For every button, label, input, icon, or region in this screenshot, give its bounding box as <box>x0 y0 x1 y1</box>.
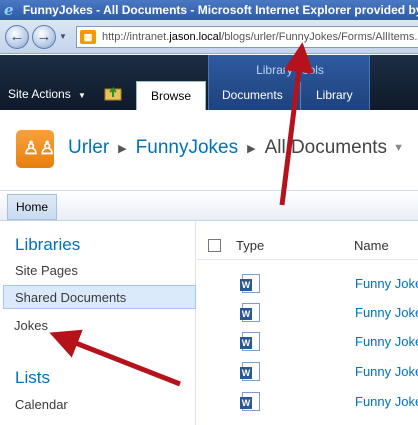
table-row[interactable]: Funny Joke <box>355 305 418 320</box>
table-row[interactable]: Funny Joke <box>355 394 418 409</box>
sidebar-item-jokes[interactable]: Jokes <box>14 318 48 333</box>
ribbon: Library Tools Site Actions ▼ Browse Docu… <box>0 55 418 110</box>
column-header-type[interactable]: Type <box>236 238 264 253</box>
breadcrumb-library[interactable]: FunnyJokes <box>136 137 238 159</box>
table-row[interactable]: Funny Joke <box>355 334 418 349</box>
title-area: ♙♙ Urler ▶ FunnyJokes ▶ All Documents ▼ <box>0 110 418 190</box>
tab-divider <box>300 82 301 110</box>
window-titlebar: e FunnyJokes - All Documents - Microsoft… <box>0 0 418 20</box>
address-bar[interactable]: ▦ http://intranet.jason.local/blogs/urle… <box>76 26 418 48</box>
table-row[interactable]: Funny Joke <box>355 276 418 291</box>
tab-documents[interactable]: Documents <box>208 81 297 110</box>
window-title: FunnyJokes - All Documents - Microsoft I… <box>22 3 418 17</box>
tab-library[interactable]: Library <box>302 81 367 110</box>
word-doc-icon[interactable] <box>240 274 260 293</box>
navigate-up-icon[interactable] <box>104 85 124 101</box>
site-actions-label: Site Actions <box>8 87 71 101</box>
top-link-bar: Home <box>0 190 418 221</box>
libraries-heading[interactable]: Libraries <box>15 235 80 255</box>
tab-home[interactable]: Home <box>7 194 58 220</box>
page-icon: ▦ <box>80 30 96 44</box>
site-actions-menu[interactable]: Site Actions ▼ <box>8 87 86 101</box>
table-row[interactable]: Funny Joke <box>355 364 418 379</box>
address-url[interactable]: http://intranet.jason.local/blogs/urler/… <box>102 31 417 43</box>
sidebar-item-site-pages[interactable]: Site Pages <box>15 263 78 278</box>
library-tools-label: Library Tools <box>256 63 324 77</box>
browser-navbar: ← → ▼ ▦ http://intranet.jason.local/blog… <box>0 20 418 54</box>
forward-icon[interactable]: → <box>32 25 56 49</box>
breadcrumb: Urler ▶ FunnyJokes ▶ All Documents ▼ <box>68 137 404 159</box>
word-doc-icon[interactable] <box>240 303 260 322</box>
chevron-down-icon: ▼ <box>78 91 86 100</box>
lists-heading[interactable]: Lists <box>15 368 50 388</box>
header-divider <box>197 259 418 260</box>
word-doc-icon[interactable] <box>240 392 260 411</box>
breadcrumb-separator-icon: ▶ <box>118 142 127 155</box>
breadcrumb-separator-icon: ▶ <box>247 142 256 155</box>
document-list: Type Name Funny Joke Funny Joke Funny Jo… <box>197 222 418 425</box>
tab-browse[interactable]: Browse <box>136 81 207 110</box>
word-doc-icon[interactable] <box>240 332 260 351</box>
sidebar-item-shared-documents[interactable]: Shared Documents <box>15 290 126 305</box>
select-all-checkbox[interactable] <box>208 239 221 252</box>
site-logo-icon[interactable]: ♙♙ <box>16 130 55 168</box>
sidebar-item-calendar[interactable]: Calendar <box>15 397 68 412</box>
ie-logo-icon: e <box>4 0 14 19</box>
chevron-down-icon[interactable]: ▼ <box>393 142 404 154</box>
history-dropdown-icon[interactable]: ▼ <box>59 32 67 41</box>
breadcrumb-site[interactable]: Urler <box>68 137 109 159</box>
back-icon[interactable]: ← <box>5 25 29 49</box>
column-header-name[interactable]: Name <box>354 238 389 253</box>
breadcrumb-view[interactable]: All Documents <box>265 137 388 159</box>
word-doc-icon[interactable] <box>240 362 260 381</box>
